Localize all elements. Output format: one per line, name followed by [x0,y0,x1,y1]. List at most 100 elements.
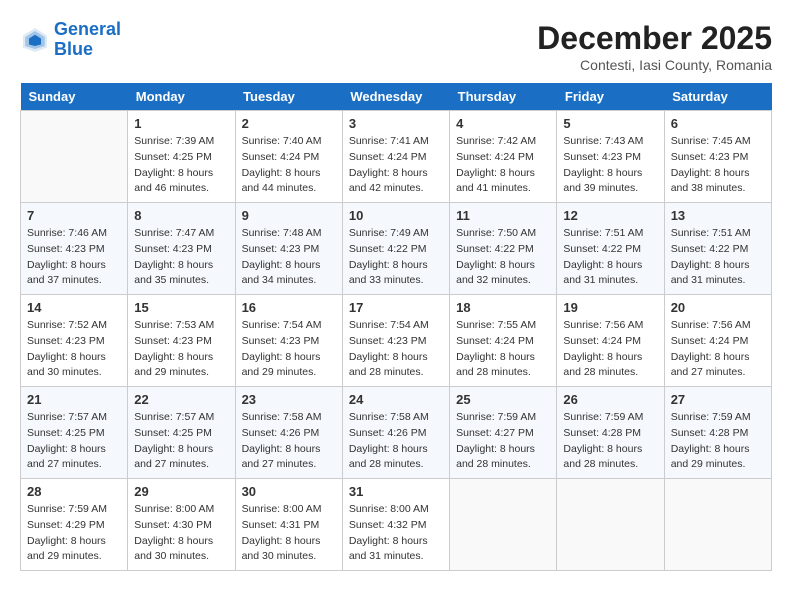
calendar-cell: 3 Sunrise: 7:41 AM Sunset: 4:24 PM Daylig… [342,111,449,203]
weekday-tuesday: Tuesday [235,83,342,111]
day-number: 9 [242,208,336,223]
calendar-cell: 25 Sunrise: 7:59 AM Sunset: 4:27 PM Dayli… [450,387,557,479]
day-info: Sunrise: 7:43 AM Sunset: 4:23 PM Dayligh… [563,134,657,197]
weekday-wednesday: Wednesday [342,83,449,111]
calendar-week-row: 7Sunrise: 7:46 AM Sunset: 4:23 PM Daylig… [21,203,772,295]
day-info: Sunrise: 7:49 AM Sunset: 4:22 PM Dayligh… [349,226,443,289]
calendar-cell: 30 Sunrise: 8:00 AM Sunset: 4:31 PM Dayli… [235,479,342,571]
day-info: Sunrise: 7:59 AM Sunset: 4:29 PM Dayligh… [27,502,121,565]
day-number: 8 [134,208,228,223]
day-info: Sunrise: 8:00 AM Sunset: 4:31 PM Dayligh… [242,502,336,565]
day-number: 13 [671,208,765,223]
calendar-cell: 9Sunrise: 7:48 AM Sunset: 4:23 PM Daylig… [235,203,342,295]
calendar-cell: 2 Sunrise: 7:40 AM Sunset: 4:24 PM Daylig… [235,111,342,203]
weekday-thursday: Thursday [450,83,557,111]
day-info: Sunrise: 7:56 AM Sunset: 4:24 PM Dayligh… [563,318,657,381]
calendar-cell: 7Sunrise: 7:46 AM Sunset: 4:23 PM Daylig… [21,203,128,295]
day-number: 14 [27,300,121,315]
day-info: Sunrise: 7:41 AM Sunset: 4:24 PM Dayligh… [349,134,443,197]
month-title: December 2025 [537,20,772,57]
day-number: 15 [134,300,228,315]
day-info: Sunrise: 7:59 AM Sunset: 4:28 PM Dayligh… [671,410,765,473]
day-info: Sunrise: 7:58 AM Sunset: 4:26 PM Dayligh… [242,410,336,473]
day-number: 5 [563,116,657,131]
day-info: Sunrise: 7:54 AM Sunset: 4:23 PM Dayligh… [242,318,336,381]
calendar-cell: 27 Sunrise: 7:59 AM Sunset: 4:28 PM Dayli… [664,387,771,479]
day-number: 2 [242,116,336,131]
calendar-cell: 19 Sunrise: 7:56 AM Sunset: 4:24 PM Dayli… [557,295,664,387]
calendar-cell: 26Sunrise: 7:59 AM Sunset: 4:28 PM Dayli… [557,387,664,479]
day-info: Sunrise: 7:50 AM Sunset: 4:22 PM Dayligh… [456,226,550,289]
day-number: 20 [671,300,765,315]
day-number: 31 [349,484,443,499]
day-info: Sunrise: 8:00 AM Sunset: 4:32 PM Dayligh… [349,502,443,565]
day-number: 10 [349,208,443,223]
day-number: 12 [563,208,657,223]
calendar-cell: 6 Sunrise: 7:45 AM Sunset: 4:23 PM Daylig… [664,111,771,203]
day-info: Sunrise: 7:45 AM Sunset: 4:23 PM Dayligh… [671,134,765,197]
day-number: 3 [349,116,443,131]
day-info: Sunrise: 7:46 AM Sunset: 4:23 PM Dayligh… [27,226,121,289]
day-number: 22 [134,392,228,407]
calendar-cell: 21Sunrise: 7:57 AM Sunset: 4:25 PM Dayli… [21,387,128,479]
day-number: 4 [456,116,550,131]
day-info: Sunrise: 7:52 AM Sunset: 4:23 PM Dayligh… [27,318,121,381]
calendar-cell: 31 Sunrise: 8:00 AM Sunset: 4:32 PM Dayli… [342,479,449,571]
calendar-cell [664,479,771,571]
day-info: Sunrise: 7:58 AM Sunset: 4:26 PM Dayligh… [349,410,443,473]
location: Contesti, Iasi County, Romania [537,57,772,73]
calendar-cell: 22 Sunrise: 7:57 AM Sunset: 4:25 PM Dayli… [128,387,235,479]
title-block: December 2025 Contesti, Iasi County, Rom… [537,20,772,73]
day-number: 16 [242,300,336,315]
day-number: 19 [563,300,657,315]
day-number: 25 [456,392,550,407]
page-header: General Blue December 2025 Contesti, Ias… [20,20,772,73]
calendar-cell: 16 Sunrise: 7:54 AM Sunset: 4:23 PM Dayli… [235,295,342,387]
day-number: 30 [242,484,336,499]
calendar-cell: 29Sunrise: 8:00 AM Sunset: 4:30 PM Dayli… [128,479,235,571]
day-info: Sunrise: 7:57 AM Sunset: 4:25 PM Dayligh… [134,410,228,473]
calendar-cell: 15 Sunrise: 7:53 AM Sunset: 4:23 PM Dayli… [128,295,235,387]
calendar-cell: 17Sunrise: 7:54 AM Sunset: 4:23 PM Dayli… [342,295,449,387]
day-number: 1 [134,116,228,131]
calendar-week-row: 1 Sunrise: 7:39 AM Sunset: 4:25 PM Daylig… [21,111,772,203]
day-info: Sunrise: 7:39 AM Sunset: 4:25 PM Dayligh… [134,134,228,197]
calendar-week-row: 21Sunrise: 7:57 AM Sunset: 4:25 PM Dayli… [21,387,772,479]
calendar-cell: 13 Sunrise: 7:51 AM Sunset: 4:22 PM Dayli… [664,203,771,295]
calendar-cell: 1 Sunrise: 7:39 AM Sunset: 4:25 PM Daylig… [128,111,235,203]
calendar-cell: 4 Sunrise: 7:42 AM Sunset: 4:24 PM Daylig… [450,111,557,203]
calendar-body: 1 Sunrise: 7:39 AM Sunset: 4:25 PM Daylig… [21,111,772,571]
weekday-monday: Monday [128,83,235,111]
calendar-cell [557,479,664,571]
day-number: 23 [242,392,336,407]
calendar-cell: 23 Sunrise: 7:58 AM Sunset: 4:26 PM Dayli… [235,387,342,479]
day-info: Sunrise: 7:51 AM Sunset: 4:22 PM Dayligh… [563,226,657,289]
calendar-cell: 18Sunrise: 7:55 AM Sunset: 4:24 PM Dayli… [450,295,557,387]
day-number: 18 [456,300,550,315]
calendar-cell: 24 Sunrise: 7:58 AM Sunset: 4:26 PM Dayli… [342,387,449,479]
calendar-cell [450,479,557,571]
calendar-week-row: 28Sunrise: 7:59 AM Sunset: 4:29 PM Dayli… [21,479,772,571]
day-info: Sunrise: 7:59 AM Sunset: 4:27 PM Dayligh… [456,410,550,473]
weekday-friday: Friday [557,83,664,111]
day-info: Sunrise: 7:51 AM Sunset: 4:22 PM Dayligh… [671,226,765,289]
logo-text: General Blue [54,20,121,60]
day-info: Sunrise: 7:54 AM Sunset: 4:23 PM Dayligh… [349,318,443,381]
day-info: Sunrise: 7:56 AM Sunset: 4:24 PM Dayligh… [671,318,765,381]
day-info: Sunrise: 8:00 AM Sunset: 4:30 PM Dayligh… [134,502,228,565]
day-info: Sunrise: 7:42 AM Sunset: 4:24 PM Dayligh… [456,134,550,197]
day-info: Sunrise: 7:40 AM Sunset: 4:24 PM Dayligh… [242,134,336,197]
day-number: 26 [563,392,657,407]
calendar-week-row: 14 Sunrise: 7:52 AM Sunset: 4:23 PM Dayli… [21,295,772,387]
day-info: Sunrise: 7:57 AM Sunset: 4:25 PM Dayligh… [27,410,121,473]
calendar-cell: 12 Sunrise: 7:51 AM Sunset: 4:22 PM Dayli… [557,203,664,295]
calendar-table: SundayMondayTuesdayWednesdayThursdayFrid… [20,83,772,571]
day-number: 24 [349,392,443,407]
day-number: 27 [671,392,765,407]
weekday-saturday: Saturday [664,83,771,111]
calendar-cell: 28Sunrise: 7:59 AM Sunset: 4:29 PM Dayli… [21,479,128,571]
calendar-cell [21,111,128,203]
calendar-cell: 20 Sunrise: 7:56 AM Sunset: 4:24 PM Dayli… [664,295,771,387]
day-info: Sunrise: 7:53 AM Sunset: 4:23 PM Dayligh… [134,318,228,381]
day-number: 6 [671,116,765,131]
